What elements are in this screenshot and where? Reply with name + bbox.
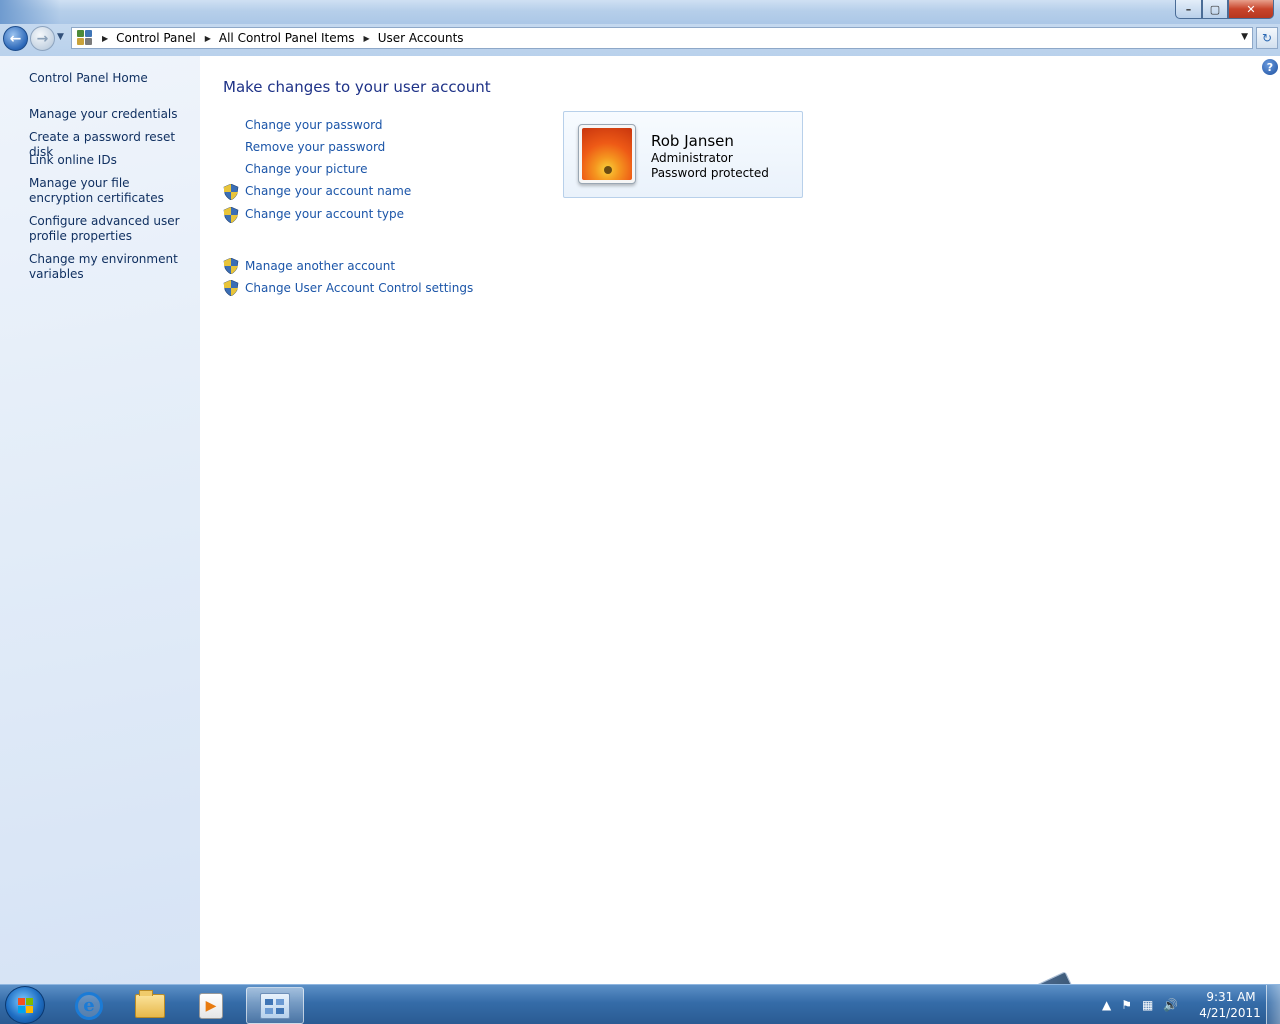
taskbar-control-panel[interactable] bbox=[246, 987, 304, 1024]
user-account-tile: Rob Jansen Administrator Password protec… bbox=[563, 111, 803, 198]
minimize-button[interactable]: – bbox=[1175, 0, 1202, 19]
window-titlebar[interactable]: – ▢ ✕ bbox=[0, 0, 1280, 27]
user-name: Rob Jansen bbox=[651, 132, 734, 150]
close-button[interactable]: ✕ bbox=[1228, 0, 1274, 19]
breadcrumb-separator-icon[interactable]: ▶ bbox=[364, 34, 370, 43]
network-icon[interactable]: ▦ bbox=[1142, 998, 1153, 1012]
taskbar-windows-explorer[interactable] bbox=[121, 987, 179, 1024]
taskbar-media-player[interactable]: ▶ bbox=[182, 987, 240, 1024]
breadcrumb-control-panel[interactable]: Control Panel bbox=[116, 31, 196, 45]
refresh-button[interactable]: ↻ bbox=[1256, 27, 1278, 49]
user-role: Administrator bbox=[651, 151, 733, 165]
clock-time[interactable]: 9:31 AM bbox=[1200, 990, 1262, 1004]
internet-explorer-icon: e bbox=[75, 991, 103, 1020]
uac-shield-icon bbox=[223, 280, 239, 296]
taskbar: e ▶ ▲ ⚑ ▦ 🔊 9:31 AM 4/21/2011 bbox=[0, 984, 1280, 1024]
show-hidden-icon[interactable]: ▲ bbox=[1102, 998, 1111, 1012]
user-password-status: Password protected bbox=[651, 166, 769, 180]
uac-shield-icon bbox=[223, 184, 239, 200]
folder-icon bbox=[135, 989, 165, 1018]
sidebar-item-link-online-ids[interactable]: Link online IDs bbox=[29, 153, 194, 168]
sidebar: Control Panel Home Manage your credentia… bbox=[0, 56, 200, 984]
notification-area: ▲ ⚑ ▦ 🔊 bbox=[1096, 985, 1206, 1024]
help-icon[interactable]: ? bbox=[1262, 59, 1278, 75]
sidebar-item-environment-variables[interactable]: Change my environment variables bbox=[29, 252, 194, 282]
breadcrumb-all-items[interactable]: All Control Panel Items bbox=[219, 31, 355, 45]
remove-password-link[interactable]: Remove your password bbox=[245, 140, 385, 154]
start-button[interactable] bbox=[5, 986, 45, 1024]
navigation-bar: ← → ▼ ▶ Control Panel ▶ All Control Pane… bbox=[0, 24, 1280, 56]
address-bar[interactable]: ▶ Control Panel ▶ All Control Panel Item… bbox=[71, 27, 1253, 49]
windows-logo-icon bbox=[18, 998, 34, 1014]
sidebar-item-encryption-certificates[interactable]: Manage your file encryption certificates bbox=[29, 176, 194, 206]
sidebar-item-advanced-profile[interactable]: Configure advanced user profile properti… bbox=[29, 214, 194, 244]
user-avatar[interactable] bbox=[578, 124, 636, 184]
breadcrumb-separator-icon[interactable]: ▶ bbox=[102, 34, 108, 43]
media-player-icon: ▶ bbox=[199, 992, 223, 1019]
breadcrumb-user-accounts[interactable]: User Accounts bbox=[378, 31, 464, 45]
taskbar-internet-explorer[interactable]: e bbox=[60, 987, 118, 1024]
control-panel-icon bbox=[260, 992, 290, 1019]
uac-shield-icon bbox=[223, 207, 239, 223]
change-password-link[interactable]: Change your password bbox=[245, 118, 383, 132]
titlebar-glass bbox=[0, 0, 60, 27]
show-desktop-button[interactable] bbox=[1266, 985, 1280, 1024]
uac-shield-icon bbox=[223, 258, 239, 274]
back-button[interactable]: ← bbox=[3, 26, 28, 51]
flower-picture bbox=[582, 128, 632, 180]
change-picture-link[interactable]: Change your picture bbox=[245, 162, 367, 176]
change-account-type-link[interactable]: Change your account type bbox=[245, 207, 404, 221]
change-account-name-link[interactable]: Change your account name bbox=[245, 184, 411, 198]
address-dropdown-icon[interactable]: ▼ bbox=[1241, 32, 1248, 42]
change-uac-settings-link[interactable]: Change User Account Control settings bbox=[245, 281, 473, 295]
sidebar-item-manage-credentials[interactable]: Manage your credentials bbox=[29, 107, 194, 122]
action-center-flag-icon[interactable]: ⚑ bbox=[1121, 998, 1132, 1012]
page-title: Make changes to your user account bbox=[223, 78, 491, 96]
manage-another-account-link[interactable]: Manage another account bbox=[245, 259, 395, 273]
maximize-button[interactable]: ▢ bbox=[1202, 0, 1228, 19]
control-panel-icon bbox=[77, 30, 93, 46]
clock-date[interactable]: 4/21/2011 bbox=[1198, 1006, 1262, 1020]
recent-pages-dropdown[interactable]: ▼ bbox=[57, 32, 64, 42]
breadcrumb-separator-icon[interactable]: ▶ bbox=[205, 34, 211, 43]
forward-button[interactable]: → bbox=[30, 26, 55, 51]
volume-icon[interactable]: 🔊 bbox=[1163, 998, 1178, 1012]
sidebar-item-control-panel-home[interactable]: Control Panel Home bbox=[29, 71, 194, 86]
